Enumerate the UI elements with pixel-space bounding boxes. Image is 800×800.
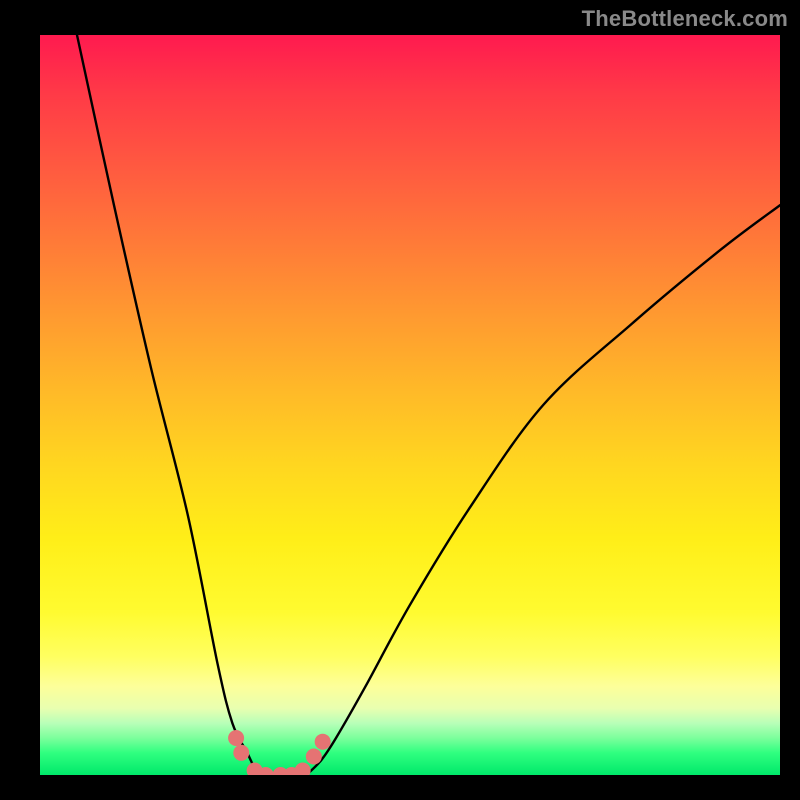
marker-dot [228,730,244,746]
curve-right-branch [306,205,780,775]
marker-dot [233,745,249,761]
marker-dot [295,763,311,775]
curve-svg [40,35,780,775]
curve-left-branch [77,35,262,775]
marker-dot [315,734,331,750]
chart-frame: TheBottleneck.com [0,0,800,800]
watermark-text: TheBottleneck.com [582,6,788,32]
plot-area [40,35,780,775]
marker-dot [306,749,322,765]
